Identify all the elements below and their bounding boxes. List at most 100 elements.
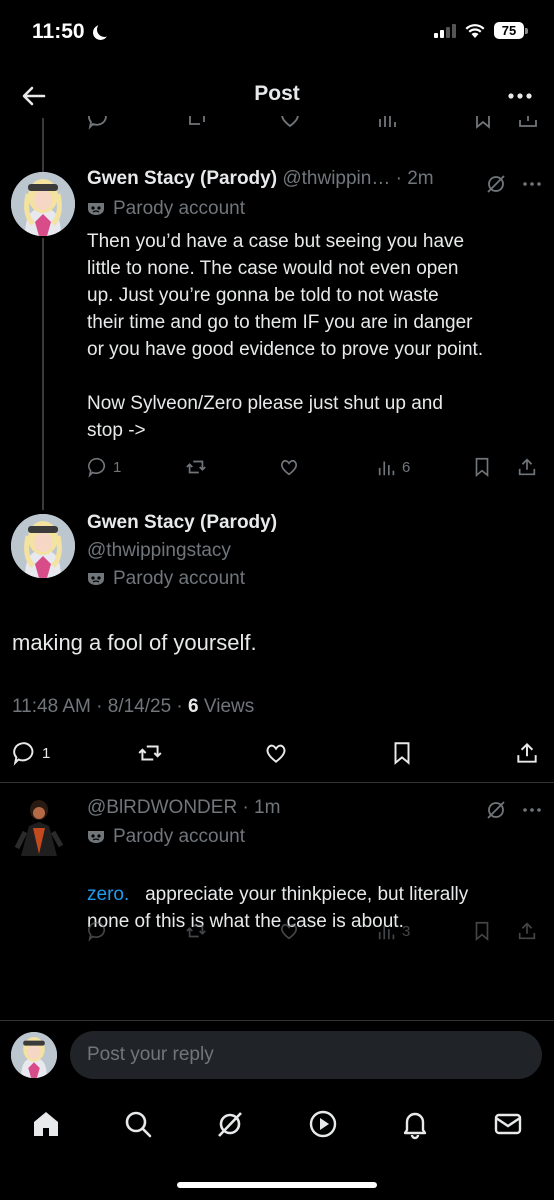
repost-icon xyxy=(186,924,206,938)
like-icon xyxy=(280,459,298,476)
status-time: 11:50 xyxy=(32,20,106,44)
views-action[interactable]: 6 xyxy=(376,456,410,478)
share-action[interactable] xyxy=(514,740,540,766)
handle-time[interactable]: @BlRDWONDER · 1m xyxy=(87,797,280,818)
repost-action[interactable] xyxy=(137,740,163,766)
parody-label: Parody account xyxy=(87,198,245,220)
reply-icon[interactable] xyxy=(87,116,111,130)
bookmark-icon xyxy=(475,921,489,942)
repost-icon[interactable] xyxy=(185,116,209,130)
status-bar: 11:50 75 xyxy=(0,0,554,68)
views-count: 6 xyxy=(402,458,411,476)
search-icon[interactable] xyxy=(122,1108,154,1140)
reply-action[interactable]: 1 xyxy=(12,740,50,766)
like-action[interactable] xyxy=(278,920,300,942)
bookmark-action[interactable] xyxy=(471,920,493,942)
status-icons: 75 xyxy=(434,22,528,39)
views-icon xyxy=(378,925,395,940)
previous-tweet-actions xyxy=(0,116,554,136)
parody-label-text: Parody account xyxy=(113,198,246,219)
repost-action[interactable] xyxy=(185,456,207,478)
like-action[interactable] xyxy=(263,740,289,766)
bookmark-icon xyxy=(394,742,410,765)
avatar-image xyxy=(11,514,75,578)
tweet-text: Then you’d have a case but seeing you ha… xyxy=(87,231,484,441)
timestamp: 11:48 AM · 8/14/25 · xyxy=(12,696,189,717)
tweet-actions: 1 6 xyxy=(87,456,539,482)
reply-action[interactable] xyxy=(87,920,109,942)
avatar-image xyxy=(11,1032,57,1078)
moon-icon xyxy=(97,22,112,37)
tweet-header: @BlRDWONDER · 1m xyxy=(87,797,280,819)
share-icon[interactable] xyxy=(516,116,540,130)
share-action[interactable] xyxy=(516,456,538,478)
reply-icon xyxy=(13,742,34,766)
page-title: Post xyxy=(254,82,300,105)
reply-count: 1 xyxy=(42,744,51,762)
tweet-actions: 3 xyxy=(87,920,539,946)
reply-input[interactable]: Post your reply xyxy=(70,1031,542,1079)
messages-icon[interactable] xyxy=(492,1108,524,1140)
parody-label-text: Parody account xyxy=(113,826,246,847)
composer-avatar xyxy=(11,1032,57,1078)
avatar[interactable] xyxy=(11,172,75,236)
parody-label: Parody account xyxy=(87,826,245,848)
bookmark-icon xyxy=(475,457,489,478)
avatar[interactable] xyxy=(11,796,67,862)
wifi-icon xyxy=(465,23,485,38)
cellular-signal-icon xyxy=(434,23,456,38)
display-name[interactable]: Gwen Stacy (Parody) xyxy=(87,512,277,534)
reply-icon xyxy=(88,457,106,478)
views-action[interactable]: 3 xyxy=(376,920,410,942)
reply-action[interactable]: 1 xyxy=(87,456,121,478)
share-icon xyxy=(518,922,536,940)
avatar-image xyxy=(11,172,75,236)
notifications-bell-icon[interactable] xyxy=(399,1108,431,1140)
reply-count: 1 xyxy=(113,458,122,476)
grok-icon[interactable] xyxy=(485,173,507,195)
like-action[interactable] xyxy=(278,456,300,478)
display-name[interactable]: Gwen Stacy (Parody) xyxy=(87,168,277,189)
share-action[interactable] xyxy=(516,920,538,942)
views-count: 6 xyxy=(188,696,199,717)
thread-line xyxy=(42,118,44,176)
tweet-header-icons xyxy=(485,799,543,821)
more-options-icon[interactable] xyxy=(504,82,536,110)
views-icon xyxy=(378,461,395,476)
parody-mask-icon xyxy=(88,573,104,585)
repost-icon xyxy=(138,745,162,761)
main-tweet-actions: 1 xyxy=(0,740,554,770)
avatar-image xyxy=(11,796,67,862)
home-indicator[interactable] xyxy=(177,1182,377,1188)
video-icon[interactable] xyxy=(307,1108,339,1140)
battery-level: 75 xyxy=(494,22,524,39)
bookmark-action[interactable] xyxy=(389,740,415,766)
views-icon[interactable] xyxy=(376,116,400,130)
grok-icon[interactable] xyxy=(485,799,507,821)
repost-action[interactable] xyxy=(185,920,207,942)
bookmark-icon[interactable] xyxy=(471,116,495,130)
home-icon[interactable] xyxy=(30,1108,62,1140)
grok-icon[interactable] xyxy=(214,1108,246,1140)
handle[interactable]: @thwippingstacy xyxy=(87,540,231,562)
divider xyxy=(0,782,554,783)
tweet-text-line: appreciate your thinkpiece, but literall… xyxy=(145,884,469,905)
parody-mask-icon xyxy=(88,203,104,215)
battery-icon: 75 xyxy=(494,22,528,39)
tweet-meta: 11:48 AM · 8/14/25 · 6 Views xyxy=(12,696,254,718)
like-icon xyxy=(280,923,298,940)
mention-link[interactable]: zero. xyxy=(87,884,129,905)
parody-label: Parody account xyxy=(87,568,245,590)
views-label: Views xyxy=(198,696,255,717)
tweet-text: making a fool of yourself. xyxy=(12,630,257,655)
share-icon xyxy=(517,742,537,763)
more-options-icon[interactable] xyxy=(521,799,543,821)
reply-composer: Post your reply xyxy=(0,1020,554,1090)
tweet-header-icons xyxy=(485,173,543,195)
like-icon[interactable] xyxy=(278,116,302,130)
more-options-icon[interactable] xyxy=(521,173,543,195)
avatar[interactable] xyxy=(11,514,75,578)
parody-label-text: Parody account xyxy=(113,568,246,589)
bookmark-action[interactable] xyxy=(471,456,493,478)
handle-time: @thwippin… · 2m xyxy=(282,168,434,189)
